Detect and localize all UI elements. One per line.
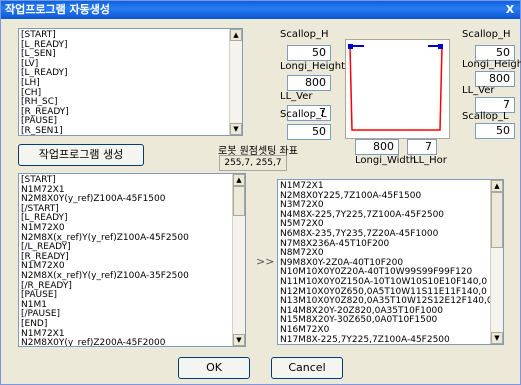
robot-origin-value: 255,7, 255,7	[219, 155, 287, 171]
template-command-list[interactable]: [START] N1M72X1 N2M8X0Y(y_ref)Z100A-45F150…	[18, 173, 246, 347]
dialog-window: 작업프로그램 자동생성 X [START] [L_READY] [L_SEN] [LV…	[0, 0, 521, 385]
list-item[interactable]: [L_READY]	[19, 69, 242, 79]
list-item[interactable]: [L_SEN]	[19, 50, 242, 60]
list-item[interactable]: [LH]	[19, 78, 242, 89]
longi-diagram	[345, 39, 450, 139]
list-item[interactable]: N2M8X0Y(y_ref)Z200A-45F2000	[19, 338, 245, 346]
list-item[interactable]: [PAUSE]	[19, 291, 245, 301]
left-scallop-l-label: Scallop_L	[280, 109, 327, 120]
left-longi-height-label: Longi_Height	[280, 61, 346, 72]
top-command-list[interactable]: [START] [L_READY] [L_SEN] [LV] [L_READY] [LH]…	[18, 28, 243, 136]
title-bar: 작업프로그램 자동생성 X	[1, 1, 520, 19]
left-scallop-h-label: Scallop_H	[280, 29, 329, 40]
ok-button[interactable]: OK	[178, 357, 250, 379]
left-ll-ver-label: LL_Ver	[280, 91, 313, 102]
generated-program-list[interactable]: N1M72X1 N2M8X0Y225,7Z100A-45F1500 N3M72X0 N…	[277, 179, 504, 345]
generated-list-scrollbar[interactable]: ▲ ▼	[490, 180, 503, 344]
right-scallop-l-label: Scallop_L	[462, 111, 509, 122]
left-scallop-l-input[interactable]: 50	[287, 124, 331, 140]
template-list-scrollbar[interactable]: ▲ ▼	[232, 174, 245, 346]
scroll-thumb[interactable]	[233, 186, 245, 216]
generate-program-button[interactable]: 작업프로그램 생성	[18, 144, 144, 166]
ll-hor-input[interactable]: 7	[407, 139, 437, 155]
longi-diagram-svg	[348, 44, 443, 131]
scroll-up-icon[interactable]: ▲	[491, 180, 503, 192]
list-item[interactable]: [R_SEN1]	[19, 126, 242, 135]
longi-width-input[interactable]: 800	[355, 139, 399, 155]
top-list-scrollbar[interactable]: ▲ ▼	[229, 29, 242, 135]
cancel-button[interactable]: Cancel	[271, 357, 343, 379]
left-scallop-h-input[interactable]: 50	[287, 45, 331, 61]
scroll-thumb[interactable]	[491, 192, 503, 248]
right-scallop-h-label: Scallop_H	[462, 29, 511, 40]
scroll-up-icon[interactable]: ▲	[230, 29, 242, 41]
left-longi-height-input[interactable]: 800	[287, 75, 331, 91]
transfer-arrow: >>	[256, 255, 275, 268]
right-scallop-l-input[interactable]: 50	[475, 123, 515, 139]
longi-width-label: Longi_Width	[355, 155, 417, 166]
ll-hor-label: LL_Hor	[413, 155, 447, 166]
right-longi-height-label: Longi_Height	[462, 59, 521, 70]
scroll-down-icon[interactable]: ▼	[230, 123, 242, 135]
scroll-down-icon[interactable]: ▼	[491, 332, 503, 344]
list-item[interactable]: [/PAUSE]	[19, 310, 245, 320]
scroll-up-icon[interactable]: ▲	[233, 174, 245, 186]
right-ll-ver-label: LL_Ver	[462, 85, 495, 96]
window-title: 작업프로그램 자동생성	[5, 3, 111, 16]
close-icon[interactable]: X	[503, 3, 517, 17]
scroll-down-icon[interactable]: ▼	[233, 334, 245, 346]
